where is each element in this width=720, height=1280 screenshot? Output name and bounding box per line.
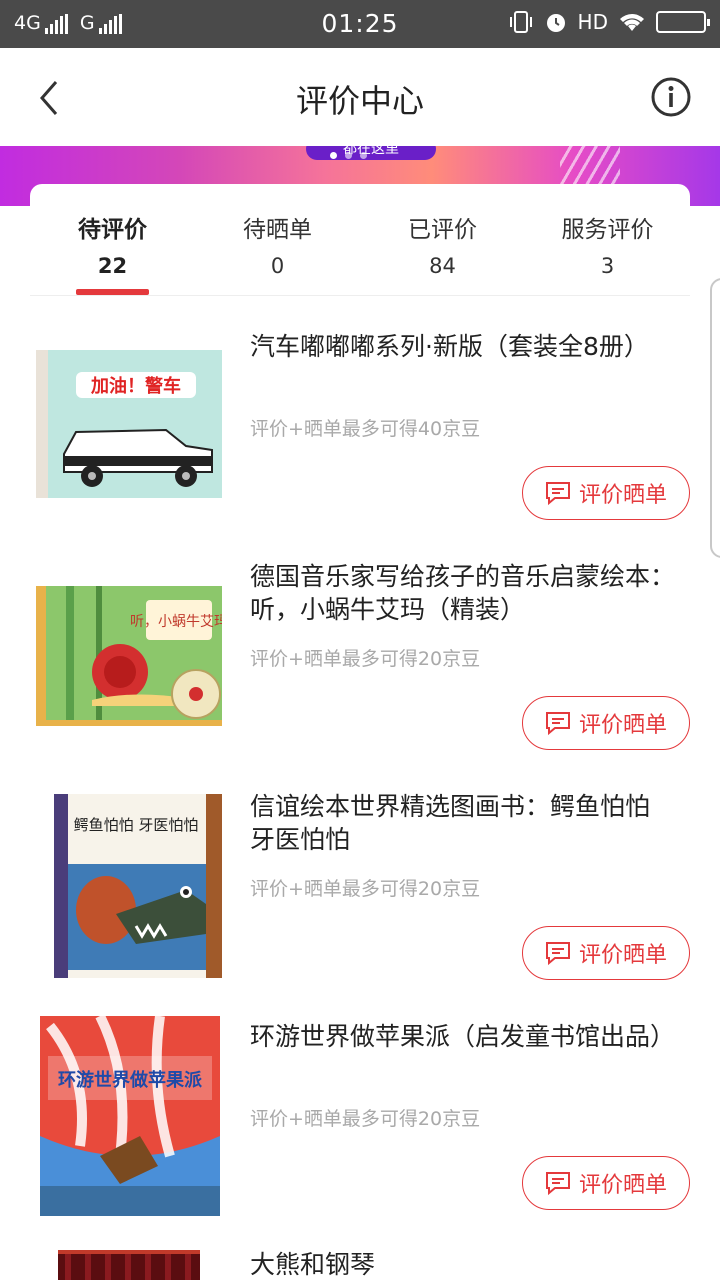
svg-text:听，小蜗牛艾玛: 听，小蜗牛艾玛 <box>130 614 222 630</box>
comment-icon <box>545 712 570 736</box>
tab-service-review[interactable]: 服务评价 3 <box>525 210 690 278</box>
button-label: 评价晒单 <box>578 713 667 738</box>
product-title[interactable]: 汽车嘟嘟嘟系列·新版（套装全8册） <box>250 330 680 363</box>
tab-label: 服务评价 <box>561 217 654 243</box>
tab-pending-photo[interactable]: 待晒单 0 <box>195 210 360 278</box>
button-label: 评价晒单 <box>578 483 667 508</box>
tab-count: 84 <box>429 254 456 278</box>
reward-text: 评价+晒单最多可得40京豆 <box>250 418 481 440</box>
review-photo-button[interactable]: 评价晒单 <box>522 466 690 520</box>
product-title[interactable]: 信谊绘本世界精选图画书：鳄鱼怕怕 牙医怕怕 <box>250 790 680 856</box>
tab-label: 已评价 <box>408 217 477 243</box>
hd-label: HD <box>577 10 608 34</box>
button-label: 评价晒单 <box>578 943 667 968</box>
tab-reviewed[interactable]: 已评价 84 <box>360 210 525 278</box>
svg-text:鳄鱼怕怕 牙医怕怕: 鳄鱼怕怕 牙医怕怕 <box>74 816 199 834</box>
crocodile-book-cover[interactable]: 鳄鱼怕怕 牙医怕怕 <box>36 794 222 978</box>
svg-text:加油！警车: 加油！警车 <box>90 375 181 397</box>
review-tabs: 待评价 22 待晒单 0 已评价 84 服务评价 3 <box>30 184 690 296</box>
reward-text: 评价+晒单最多可得20京豆 <box>250 878 481 900</box>
banner-pill[interactable]: 都在这里 <box>306 146 436 160</box>
police-car-book-cover[interactable]: 加油！警车 <box>36 350 222 498</box>
alarm-icon <box>546 14 565 32</box>
review-photo-button[interactable]: 评价晒单 <box>522 1156 690 1210</box>
list-item: 听，小蜗牛艾玛 德国音乐家写给孩子的音乐启蒙绘本：听，小蜗牛艾玛（精装） 评价+… <box>0 530 720 760</box>
status-icons: HD <box>508 10 710 34</box>
active-tab-indicator <box>76 289 149 295</box>
app-header: 评价中心 <box>0 48 720 146</box>
button-label: 评价晒单 <box>578 1173 667 1198</box>
svg-text:环游世界做苹果派: 环游世界做苹果派 <box>58 1069 203 1091</box>
balloon-book-cover[interactable]: 环游世界做苹果派 <box>40 1016 220 1216</box>
list-item: 加油！警车 汽车嘟嘟嘟系列·新版（套装全8册） 评价+晒单最多可得40京豆 评价… <box>0 300 720 530</box>
tab-label: 待晒单 <box>243 217 312 243</box>
tab-count: 0 <box>270 254 285 278</box>
comment-icon <box>545 942 570 966</box>
product-title[interactable]: 大熊和钢琴 <box>250 1248 680 1280</box>
reward-text: 评价+晒单最多可得20京豆 <box>250 648 481 670</box>
wifi-icon <box>620 14 644 31</box>
bear-piano-book-cover[interactable] <box>58 1250 200 1280</box>
product-title[interactable]: 德国音乐家写给孩子的音乐启蒙绘本：听，小蜗牛艾玛（精装） <box>250 560 680 626</box>
status-bar: 4G G 01:25 HD <box>0 0 720 48</box>
page-title: 评价中心 <box>295 82 424 120</box>
vibrate-icon <box>509 11 532 33</box>
tab-label: 待评价 <box>78 217 147 243</box>
list-item: 大熊和钢琴 <box>0 1220 720 1280</box>
battery-icon <box>656 11 710 33</box>
info-icon[interactable] <box>650 76 692 118</box>
carousel-dots <box>330 152 367 159</box>
review-photo-button[interactable]: 评价晒单 <box>522 926 690 980</box>
review-photo-button[interactable]: 评价晒单 <box>522 696 690 750</box>
reward-text: 评价+晒单最多可得20京豆 <box>250 1108 481 1130</box>
comment-icon <box>545 1172 570 1196</box>
list-item: 环游世界做苹果派 环游世界做苹果派（启发童书馆出品） 评价+晒单最多可得20京豆… <box>0 990 720 1220</box>
snail-book-cover[interactable]: 听，小蜗牛艾玛 <box>36 586 222 726</box>
product-title[interactable]: 环游世界做苹果派（启发童书馆出品） <box>250 1020 680 1053</box>
tab-count: 3 <box>600 254 615 278</box>
tab-pending-review[interactable]: 待评价 22 <box>30 210 195 278</box>
list-item: 鳄鱼怕怕 牙医怕怕 信谊绘本世界精选图画书：鳄鱼怕怕 牙医怕怕 评价+晒单最多可… <box>0 760 720 990</box>
comment-icon <box>545 482 570 506</box>
tab-count: 22 <box>97 254 128 278</box>
